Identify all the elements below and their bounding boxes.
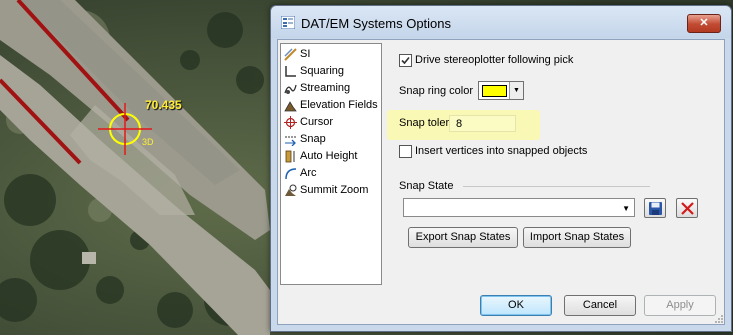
- nav-item-si[interactable]: SI: [284, 46, 310, 62]
- import-snap-states-button[interactable]: Import Snap States: [523, 227, 631, 248]
- arc-icon: [285, 167, 297, 179]
- color-swatch: [482, 85, 507, 97]
- auto-height-icon: [285, 150, 295, 162]
- checkmark-icon: [401, 56, 410, 65]
- nav-item-label: Cursor: [300, 116, 334, 128]
- nav-item-label: Summit Zoom: [300, 184, 369, 196]
- nav-item-auto-height[interactable]: Auto Height: [284, 148, 357, 164]
- insert-vertices-checkbox[interactable]: [399, 145, 412, 158]
- squaring-icon: [285, 65, 296, 77]
- elevation-readout: 70.435: [145, 98, 182, 112]
- cursor-mode-label: 3D: [142, 137, 154, 147]
- options-dialog: DAT/EM Systems Options ✕ SI Squaring Str…: [270, 5, 732, 332]
- close-button[interactable]: ✕: [687, 14, 721, 33]
- cancel-button[interactable]: Cancel: [564, 295, 636, 316]
- resize-grip-icon[interactable]: [714, 314, 724, 324]
- snap-state-dropdown[interactable]: ▼: [403, 198, 635, 217]
- si-icon: [284, 47, 297, 61]
- nav-item-arc[interactable]: Arc: [284, 165, 317, 181]
- cursor-crosshair-icon: [284, 115, 297, 129]
- chevron-down-icon: ▼: [622, 204, 630, 213]
- nav-item-snap[interactable]: Snap: [284, 131, 326, 147]
- delete-snap-state-button[interactable]: [676, 198, 698, 218]
- insert-vertices-label: Insert vertices into snapped objects: [415, 145, 588, 157]
- nav-item-label: SI: [300, 48, 311, 60]
- red-x-icon: [680, 201, 694, 215]
- nav-item-label: Arc: [300, 167, 317, 179]
- dialog-title: DAT/EM Systems Options: [301, 16, 452, 31]
- floppy-disk-icon: [648, 201, 662, 215]
- dialog-body: SI Squaring Streaming Elevation Fields C…: [277, 39, 725, 325]
- snap-ring-color-label: Snap ring color: [399, 85, 473, 97]
- nav-item-elevation-fields[interactable]: Elevation Fields: [284, 97, 378, 113]
- snap-icon: [285, 136, 296, 146]
- snap-state-group-label: Snap State: [399, 180, 454, 192]
- dialog-titlebar[interactable]: DAT/EM Systems Options ✕: [271, 6, 731, 38]
- nav-item-label: Auto Height: [300, 150, 358, 162]
- group-divider: [463, 186, 650, 187]
- chevron-down-icon: ▼: [509, 82, 523, 99]
- apply-button[interactable]: Apply: [644, 295, 716, 316]
- elevation-fields-icon: [284, 100, 297, 111]
- drive-stereoplotter-checkbox[interactable]: [399, 54, 412, 67]
- nav-item-label: Snap: [300, 133, 326, 145]
- nav-item-streaming[interactable]: Streaming: [284, 80, 350, 96]
- nav-item-squaring[interactable]: Squaring: [284, 63, 344, 79]
- snap-ring-color-picker[interactable]: ▼: [478, 81, 524, 100]
- nav-item-cursor[interactable]: Cursor: [284, 114, 333, 130]
- summit-zoom-icon: [285, 184, 297, 196]
- nav-item-label: Streaming: [300, 82, 351, 94]
- nav-item-summit-zoom[interactable]: Summit Zoom: [284, 182, 368, 198]
- snap-tolerance-input[interactable]: 8: [449, 115, 516, 132]
- nav-item-label: Elevation Fields: [300, 99, 378, 111]
- options-app-icon: [281, 16, 295, 29]
- drive-stereoplotter-label: Drive stereoplotter following pick: [415, 54, 574, 66]
- streaming-icon: [284, 84, 297, 94]
- options-category-list[interactable]: SI Squaring Streaming Elevation Fields C…: [280, 43, 382, 285]
- save-snap-state-button[interactable]: [644, 198, 666, 218]
- nav-item-label: Squaring: [300, 65, 345, 77]
- export-snap-states-button[interactable]: Export Snap States: [408, 227, 518, 248]
- close-icon: ✕: [699, 17, 709, 29]
- ok-button[interactable]: OK: [480, 295, 552, 316]
